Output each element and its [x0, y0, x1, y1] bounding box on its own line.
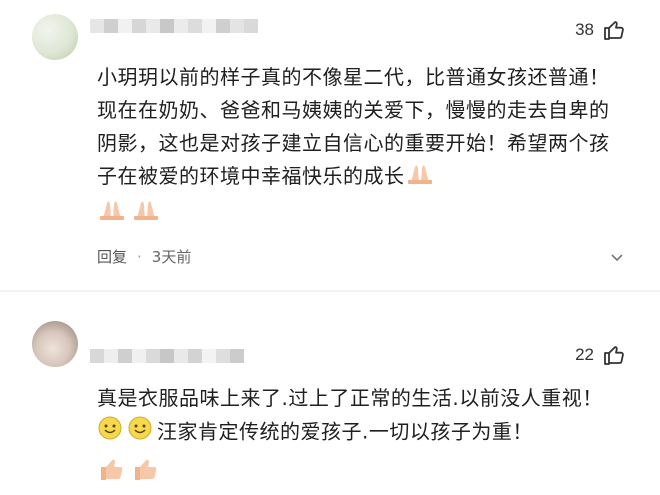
thumbs-up-emoji [131, 453, 161, 493]
thumbs-up-icon[interactable] [602, 343, 626, 367]
comment-body: 真是衣服品味上来了.过上了正常的生活.以前没人重视！ [97, 386, 603, 410]
like-count: 38 [575, 20, 594, 39]
chevron-down-icon[interactable] [609, 249, 625, 269]
praying-hands-emoji [405, 161, 435, 195]
emoji-row [97, 453, 625, 493]
comment-card: 38 小玥玥以前的样子真的不像星二代，比普通女孩还普通！现在在奶奶、爸爸和马姨姨… [0, 0, 660, 290]
comment-body-continued: 汪家肯定传统的爱孩子.一切以孩子为重！ [157, 419, 533, 444]
like-count: 22 [575, 345, 594, 364]
username-blurred[interactable] [90, 349, 244, 363]
username-blurred[interactable] [90, 19, 258, 33]
avatar[interactable] [32, 321, 78, 367]
reply-button[interactable]: 回复 [97, 246, 127, 267]
comment-card: 22 真是衣服品味上来了.过上了正常的生活.以前没人重视！ 汪家肯定传统的爱孩子… [0, 310, 660, 495]
divider [0, 290, 660, 292]
comment-meta: 回复 · 3天前 [97, 246, 191, 267]
like-group[interactable]: 22 [575, 343, 626, 367]
comment-text: 真是衣服品味上来了.过上了正常的生活.以前没人重视！ 汪家肯定传统的爱孩子.一切… [97, 382, 625, 493]
praying-hands-emoji [97, 197, 127, 231]
timestamp: 3天前 [151, 248, 192, 266]
thumbs-up-icon[interactable] [602, 18, 626, 42]
comment-body: 小玥玥以前的样子真的不像星二代，比普通女孩还普通！现在在奶奶、爸爸和马姨姨的关爱… [97, 65, 610, 188]
avatar[interactable] [32, 14, 78, 60]
thumbs-up-emoji [97, 453, 127, 493]
smiling-face-emoji [127, 415, 153, 451]
comment-text: 小玥玥以前的样子真的不像星二代，比普通女孩还普通！现在在奶奶、爸爸和马姨姨的关爱… [97, 61, 625, 231]
smiling-face-emoji [97, 415, 123, 451]
praying-hands-emoji [131, 197, 161, 231]
emoji-row [97, 197, 625, 232]
like-group[interactable]: 38 [575, 18, 626, 42]
separator-dot: · [137, 247, 142, 266]
